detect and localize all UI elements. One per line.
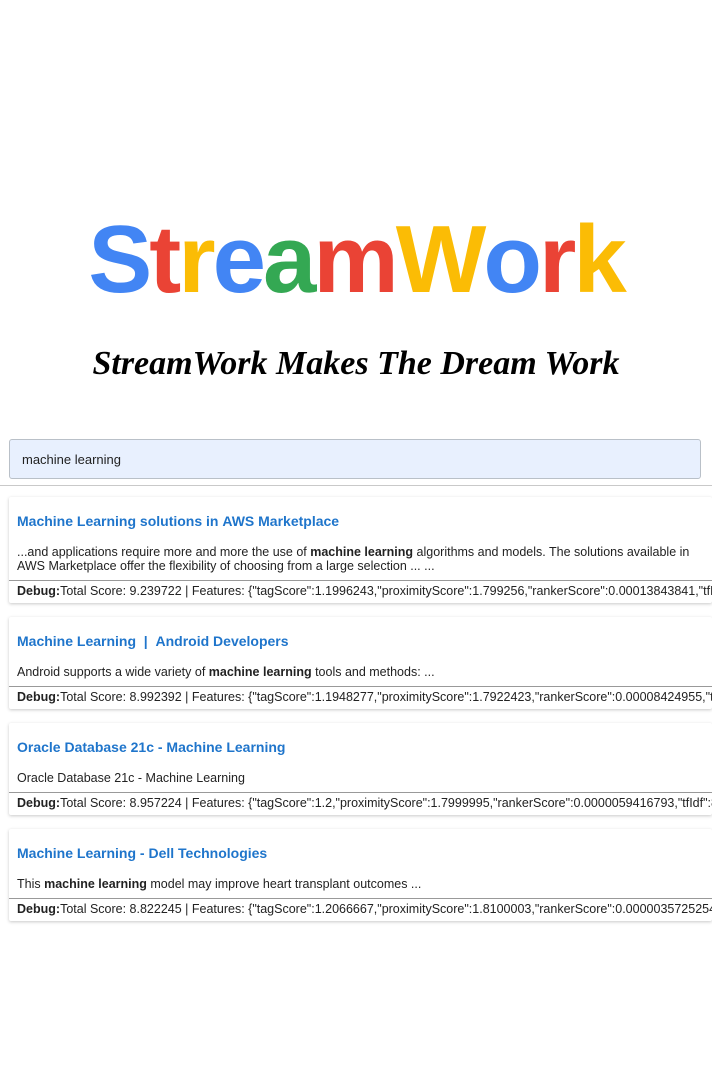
logo-letter: S xyxy=(88,206,152,313)
result-snippet: Android supports a wide variety of machi… xyxy=(9,657,712,686)
result-debug: Debug:Total Score: 9.239722 | Features: … xyxy=(9,580,712,603)
result-title-link[interactable]: Machine Learning solutions in AWS Market… xyxy=(9,497,712,537)
snippet-text: tools and methods: ... xyxy=(311,665,435,679)
snippet-highlight: machine learning xyxy=(208,665,312,679)
result-card: Machine Learning | Android Developers And… xyxy=(9,617,712,709)
result-debug: Debug:Total Score: 8.957224 | Features: … xyxy=(9,792,712,815)
divider xyxy=(0,485,712,486)
streamwork-logo: StreamWork xyxy=(0,205,712,315)
result-title-link[interactable]: Oracle Database 21c - Machine Learning xyxy=(9,723,712,763)
snippet-text: Oracle Database 21c - Machine Learning xyxy=(17,771,245,785)
result-debug: Debug:Total Score: 8.822245 | Features: … xyxy=(9,898,712,921)
result-snippet: Oracle Database 21c - Machine Learning xyxy=(9,763,712,792)
logo-letter: a xyxy=(263,206,316,313)
result-title-link[interactable]: Machine Learning - Dell Technologies xyxy=(9,829,712,869)
snippet-text: Android supports a wide variety of xyxy=(17,665,209,679)
snippet-text: This xyxy=(17,877,45,891)
snippet-text: ...and applications require more and mor… xyxy=(17,545,311,559)
snippet-highlight: machine learning xyxy=(44,877,147,891)
debug-text: Total Score: 9.239722 | Features: {"tagS… xyxy=(60,584,712,598)
debug-label: Debug: xyxy=(17,584,61,598)
result-card: Machine Learning - Dell Technologies This… xyxy=(9,829,712,921)
logo-letter: r xyxy=(178,206,215,313)
result-card: Machine Learning solutions in AWS Market… xyxy=(9,497,712,603)
logo-letter: k xyxy=(573,206,626,313)
tagline: StreamWork Makes The Dream Work xyxy=(92,345,620,382)
result-snippet: ...and applications require more and mor… xyxy=(9,537,712,580)
logo-letter: o xyxy=(483,206,542,313)
debug-label: Debug: xyxy=(17,796,61,810)
logo-letter: e xyxy=(212,206,266,313)
debug-label: Debug: xyxy=(17,690,61,704)
snippet-text: model may improve heart transplant outco… xyxy=(146,877,422,891)
result-title-link[interactable]: Machine Learning | Android Developers xyxy=(9,617,712,657)
logo-letter: m xyxy=(313,206,398,313)
debug-label: Debug: xyxy=(17,902,61,916)
results-list: Machine Learning solutions in AWS Market… xyxy=(9,497,712,935)
debug-text: Total Score: 8.992392 | Features: {"tagS… xyxy=(60,690,712,704)
result-debug: Debug:Total Score: 8.992392 | Features: … xyxy=(9,686,712,709)
result-snippet: This machine learning model may improve … xyxy=(9,869,712,898)
logo-letter: t xyxy=(149,206,181,313)
result-card: Oracle Database 21c - Machine Learning Or… xyxy=(9,723,712,815)
search-input[interactable] xyxy=(9,439,701,479)
debug-text: Total Score: 8.957224 | Features: {"tagS… xyxy=(60,796,712,810)
snippet-highlight: machine learning xyxy=(310,545,414,559)
debug-text: Total Score: 8.822245 | Features: {"tagS… xyxy=(60,902,712,916)
logo-letter: r xyxy=(539,206,576,313)
logo-letter: W xyxy=(395,206,487,313)
